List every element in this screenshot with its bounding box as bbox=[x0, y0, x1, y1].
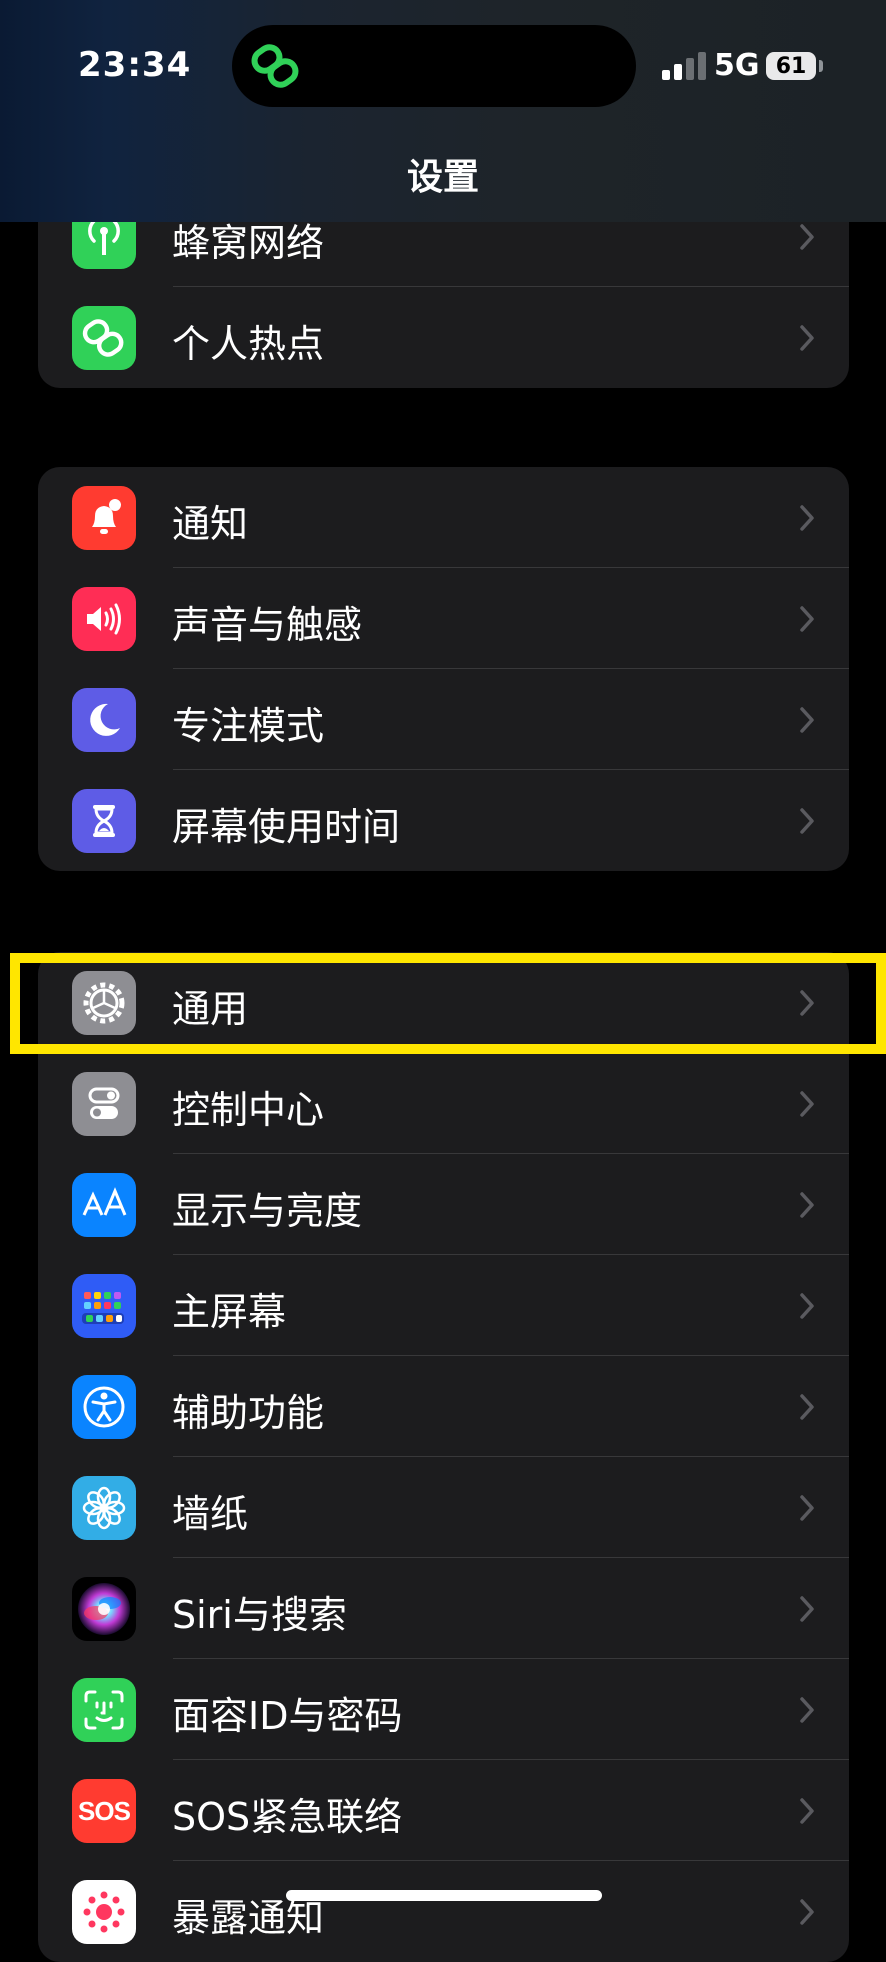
aa-text-icon bbox=[72, 1173, 136, 1237]
sos-icon: SOS bbox=[72, 1779, 136, 1843]
settings-row-face-id[interactable]: 面容ID与密码 bbox=[38, 1659, 849, 1760]
status-and-nav-bar: 23:34 5G 61 设置 bbox=[0, 0, 886, 222]
settings-row-label: 专注模式 bbox=[172, 704, 325, 748]
settings-row-label: SOS紧急联络 bbox=[172, 1795, 403, 1839]
chevron-right-icon bbox=[800, 1798, 814, 1824]
settings-row-label: 控制中心 bbox=[172, 1088, 325, 1132]
settings-row-home-screen[interactable]: 主屏幕 bbox=[38, 1255, 849, 1356]
settings-row-control-center[interactable]: 控制中心 bbox=[38, 1053, 849, 1154]
settings-row-label: 显示与亮度 bbox=[172, 1189, 363, 1233]
moon-icon bbox=[72, 688, 136, 752]
chevron-right-icon bbox=[800, 1495, 814, 1521]
settings-row-notifications[interactable]: 通知 bbox=[38, 467, 849, 568]
settings-row-label: 声音与触感 bbox=[172, 603, 363, 647]
settings-row-accessibility[interactable]: 辅助功能 bbox=[38, 1356, 849, 1457]
accessibility-icon bbox=[72, 1375, 136, 1439]
settings-row-label: 屏幕使用时间 bbox=[172, 805, 401, 849]
chevron-right-icon bbox=[800, 1192, 814, 1218]
settings-group-notifications: 通知 声音与触感 专注模式 屏幕使用时间 bbox=[38, 467, 849, 871]
chevron-right-icon bbox=[800, 325, 814, 351]
signal-strength-icon bbox=[662, 52, 706, 80]
chevron-right-icon bbox=[800, 1596, 814, 1622]
chevron-right-icon bbox=[800, 1697, 814, 1723]
settings-row-display[interactable]: 显示与亮度 bbox=[38, 1154, 849, 1255]
settings-row-focus[interactable]: 专注模式 bbox=[38, 669, 849, 770]
page-title: 设置 bbox=[406, 157, 479, 198]
settings-row-label: 墙纸 bbox=[172, 1492, 249, 1536]
chevron-right-icon bbox=[800, 707, 814, 733]
settings-row-screen-time[interactable]: 屏幕使用时间 bbox=[38, 770, 849, 871]
hourglass-icon bbox=[72, 789, 136, 853]
settings-row-label: 面容ID与密码 bbox=[172, 1694, 403, 1738]
gear-icon bbox=[72, 971, 136, 1035]
settings-row-label: 主屏幕 bbox=[172, 1290, 287, 1334]
settings-row-general[interactable]: 通用 bbox=[38, 952, 849, 1053]
battery-tip bbox=[819, 60, 823, 72]
speaker-icon bbox=[72, 587, 136, 651]
settings-row-label: 通用 bbox=[172, 987, 249, 1031]
settings-row-label: 辅助功能 bbox=[172, 1391, 325, 1435]
status-time: 23:34 bbox=[78, 45, 192, 85]
chevron-right-icon bbox=[800, 1899, 814, 1925]
chevron-right-icon bbox=[800, 606, 814, 632]
settings-row-label: 个人热点 bbox=[172, 322, 325, 366]
flower-icon bbox=[72, 1476, 136, 1540]
face-id-icon bbox=[72, 1678, 136, 1742]
siri-icon bbox=[72, 1577, 136, 1641]
home-indicator[interactable] bbox=[286, 1890, 602, 1901]
chevron-right-icon bbox=[800, 1293, 814, 1319]
battery-icon: 61 bbox=[766, 52, 816, 80]
settings-row-label: 通知 bbox=[172, 502, 249, 546]
settings-row-emergency-sos[interactable]: SOS SOS紧急联络 bbox=[38, 1760, 849, 1861]
settings-group-general: 通用 控制中心 显示与亮度 主屏幕 辅助功能 墙纸 Siri与搜索 面容ID与密… bbox=[38, 952, 849, 1962]
dynamic-island[interactable] bbox=[232, 25, 636, 107]
battery-level: 61 bbox=[775, 53, 807, 79]
toggles-icon bbox=[72, 1072, 136, 1136]
chevron-right-icon bbox=[800, 1394, 814, 1420]
hotspot-link-icon bbox=[72, 306, 136, 370]
chevron-right-icon bbox=[800, 1091, 814, 1117]
settings-row-exposure[interactable]: 暴露通知 bbox=[38, 1861, 849, 1962]
bell-icon bbox=[72, 486, 136, 550]
network-type: 5G bbox=[714, 48, 760, 83]
exposure-icon bbox=[72, 1880, 136, 1944]
settings-row-label: Siri与搜索 bbox=[172, 1593, 347, 1637]
settings-row-siri[interactable]: Siri与搜索 bbox=[38, 1558, 849, 1659]
chevron-right-icon bbox=[800, 808, 814, 834]
hotspot-link-icon bbox=[251, 44, 299, 88]
chevron-right-icon bbox=[800, 505, 814, 531]
settings-row-wallpaper[interactable]: 墙纸 bbox=[38, 1457, 849, 1558]
chevron-right-icon bbox=[800, 990, 814, 1016]
chevron-right-icon bbox=[800, 224, 814, 250]
settings-row-sounds[interactable]: 声音与触感 bbox=[38, 568, 849, 669]
settings-row-hotspot[interactable]: 个人热点 bbox=[38, 287, 849, 388]
app-grid-icon bbox=[72, 1274, 136, 1338]
sos-icon-text: SOS bbox=[78, 1795, 131, 1826]
